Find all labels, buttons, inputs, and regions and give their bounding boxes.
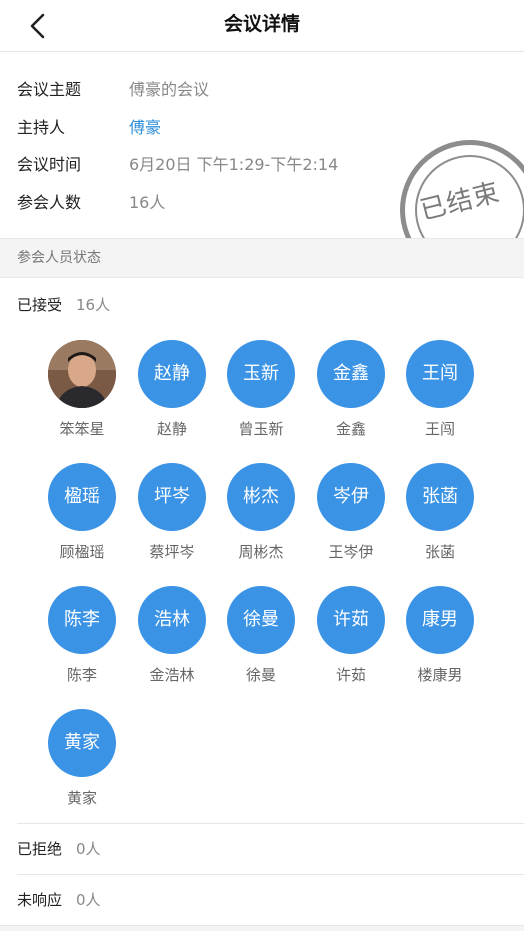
attendee-item[interactable]: 笨笨星 <box>37 340 127 438</box>
avatar: 坪岑 <box>138 463 206 531</box>
topic-label: 会议主题 <box>17 80 82 99</box>
attendee-item[interactable]: 楹瑶 顾楹瑶 <box>37 463 127 561</box>
avatar: 岑伊 <box>317 463 385 531</box>
bottom-bar <box>0 925 524 931</box>
section-title: 参会人员状态 <box>17 250 101 266</box>
attendee-item[interactable]: 黄家 黄家 <box>37 709 127 807</box>
avatar: 张菡 <box>406 463 474 531</box>
attendee-name: 周彬杰 <box>238 543 284 561</box>
attendee-name: 顾楹瑶 <box>59 543 105 561</box>
avatar: 黄家 <box>48 709 116 777</box>
avatar: 徐曼 <box>227 586 295 654</box>
attendee-name: 蔡坪岑 <box>149 543 195 561</box>
count-value: 16人 <box>129 193 166 212</box>
nav-bar: 会议详情 <box>0 0 524 52</box>
attendee-item[interactable]: 陈李 陈李 <box>37 586 127 684</box>
attendee-name: 张菡 <box>424 543 455 561</box>
avatar: 玉新 <box>227 340 295 408</box>
count-label: 参会人数 <box>17 193 82 212</box>
avatar: 金鑫 <box>317 340 385 408</box>
attendee-name: 黄家 <box>66 789 97 807</box>
section-header: 参会人员状态 <box>0 238 524 278</box>
attendee-item[interactable]: 康男 楼康男 <box>395 586 485 684</box>
accepted-text: 已接受 <box>17 296 63 314</box>
page-title: 会议详情 <box>223 13 300 35</box>
attendee-name: 许茹 <box>335 666 366 684</box>
divider <box>17 823 524 824</box>
attendee-item[interactable]: 徐曼 徐曼 <box>216 586 306 684</box>
attendee-name: 徐曼 <box>245 666 276 684</box>
rejected-label: 已拒绝 0人 <box>17 835 101 863</box>
attendee-item[interactable]: 王闯 王闯 <box>395 340 485 438</box>
attendee-name: 金鑫 <box>335 420 366 438</box>
attendee-item[interactable]: 金鑫 金鑫 <box>306 340 396 438</box>
attendee-item[interactable]: 玉新 曾玉新 <box>216 340 306 438</box>
avatar: 康男 <box>406 586 474 654</box>
attendee-name: 赵静 <box>156 420 187 438</box>
time-value: 6月20日 下午1:29-下午2:14 <box>129 155 339 174</box>
no-response-count: 0人 <box>76 891 101 909</box>
avatar: 王闯 <box>406 340 474 408</box>
ended-stamp: 已结束 <box>400 140 524 238</box>
attendee-name: 王闯 <box>424 420 455 438</box>
attendee-name: 王岑伊 <box>328 543 374 561</box>
avatar: 彬杰 <box>227 463 295 531</box>
avatar: 浩林 <box>138 586 206 654</box>
host-row: 主持人 傅豪 <box>17 111 161 141</box>
topic-row: 会议主题 傅豪的会议 <box>17 73 209 103</box>
avatar: 陈李 <box>48 586 116 654</box>
rejected-count: 0人 <box>76 840 101 858</box>
avatar: 许茹 <box>317 586 385 654</box>
avatar: 赵静 <box>138 340 206 408</box>
time-row: 会议时间 6月20日 下午1:29-下午2:14 <box>17 148 338 178</box>
rejected-text: 已拒绝 <box>17 840 63 858</box>
meeting-info: 会议主题 傅豪的会议 主持人 傅豪 会议时间 6月20日 下午1:29-下午2:… <box>0 52 524 238</box>
attendee-item[interactable]: 坪岑 蔡坪岑 <box>127 463 217 561</box>
accepted-label: 已接受 16人 <box>17 291 110 319</box>
no-response-text: 未响应 <box>17 891 63 909</box>
divider <box>17 874 524 875</box>
attendee-item[interactable]: 许茹 许茹 <box>306 586 396 684</box>
host-label: 主持人 <box>17 118 66 137</box>
accepted-count: 16人 <box>76 296 111 314</box>
attendee-name: 陈李 <box>66 666 97 684</box>
no-response-label: 未响应 0人 <box>17 886 101 914</box>
avatar-photo <box>48 340 116 408</box>
attendee-name: 曾玉新 <box>238 420 284 438</box>
attendee-item[interactable]: 岑伊 王岑伊 <box>306 463 396 561</box>
time-label: 会议时间 <box>17 155 82 174</box>
attendee-item[interactable]: 彬杰 周彬杰 <box>216 463 306 561</box>
topic-value: 傅豪的会议 <box>129 80 210 99</box>
attendee-item[interactable]: 张菡 张菡 <box>395 463 485 561</box>
attendee-name: 楼康男 <box>417 666 463 684</box>
attendee-name: 金浩林 <box>149 666 195 684</box>
attendee-name: 笨笨星 <box>59 420 105 438</box>
count-row: 参会人数 16人 <box>17 186 165 216</box>
attendee-item[interactable]: 赵静 赵静 <box>127 340 217 438</box>
avatar: 楹瑶 <box>48 463 116 531</box>
attendee-item[interactable]: 浩林 金浩林 <box>127 586 217 684</box>
host-link[interactable]: 傅豪 <box>129 114 161 138</box>
